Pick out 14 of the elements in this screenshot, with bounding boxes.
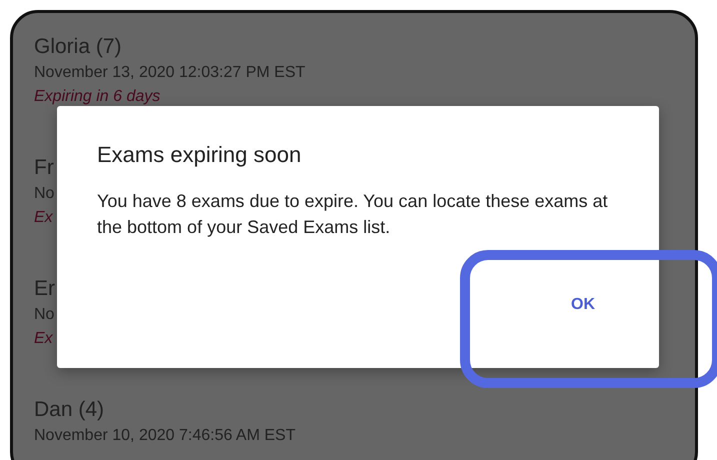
dialog-message: You have 8 exams due to expire. You can locate these exams at the bottom of your Saved Exams list.: [97, 190, 609, 239]
exam-name: Er: [34, 276, 55, 302]
exam-date: November 13, 2020 12:03:27 PM EST: [34, 63, 306, 83]
dialog-title: Exams expiring soon: [97, 142, 302, 168]
exam-name: Dan (4): [34, 397, 104, 423]
exam-name: Fr: [34, 155, 54, 181]
exam-name: Gloria (7): [34, 34, 122, 60]
expiry-note: Ex: [34, 329, 53, 349]
expiry-note: Ex: [34, 208, 53, 228]
expiry-note: Expiring in 6 days: [34, 87, 160, 107]
exam-date: November 10, 2020 7:46:56 AM EST: [34, 426, 296, 446]
ok-button[interactable]: OK: [559, 286, 607, 324]
exam-date: No: [34, 184, 54, 204]
exam-date: No: [34, 305, 54, 325]
